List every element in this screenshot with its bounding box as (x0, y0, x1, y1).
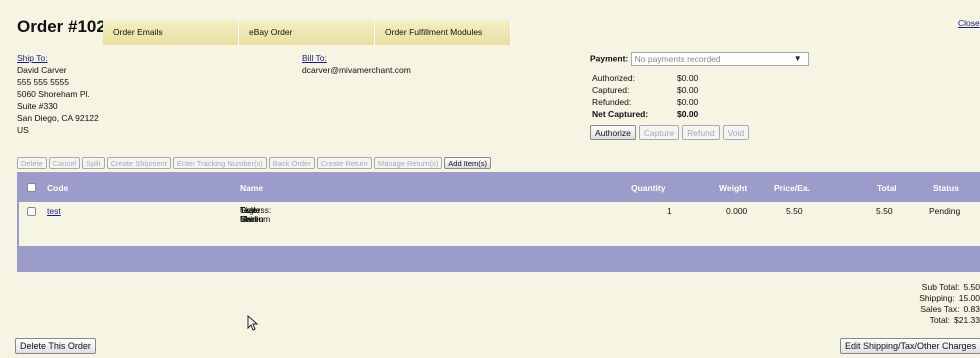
shipping-row: Shipping: 15.00 (900, 293, 980, 304)
shipping-label: Shipping: (919, 293, 955, 303)
back-order-button[interactable]: Back Order (268, 157, 315, 169)
ship-to-city: San Diego, CA 92122 (17, 113, 99, 123)
ship-to-name: David Carver (17, 65, 67, 75)
payment-buttons: Authorize Capture Refund Void (590, 125, 750, 140)
column-header-status[interactable]: Status (933, 183, 959, 193)
ship-to-address2: Suite #330 (17, 101, 58, 111)
item-toolbar: Delete Cancel Split Create Shipment Ente… (17, 157, 492, 169)
amount-row: Refunded: $0.00 (592, 96, 737, 108)
enter-tracking-button[interactable]: Enter Tracking Number(s) (172, 157, 267, 169)
chevron-down-icon: ▼ (793, 54, 802, 63)
item-code-link[interactable]: test (47, 206, 61, 216)
total-row: Total: $21.33 (900, 315, 980, 326)
bill-to-link[interactable]: Bill To: (302, 52, 411, 64)
mouse-pointer-icon (247, 315, 259, 331)
create-return-button[interactable]: Create Return (316, 157, 372, 169)
sales-tax-value: 0.83 (963, 304, 980, 314)
subtotal-row: Sub Total: 5.50 (900, 282, 980, 293)
subtotal-value: 5.50 (963, 282, 980, 292)
amount-label: Captured: (592, 85, 630, 95)
split-button[interactable]: Split (82, 157, 105, 169)
column-header-total[interactable]: Total (877, 183, 897, 193)
item-status: Pending (929, 206, 961, 216)
amount-row: Net Captured: $0.00 (592, 108, 737, 120)
tab-order-emails[interactable]: Order Emails (103, 20, 239, 45)
item-total: 5.50 (876, 206, 893, 216)
capture-button[interactable]: Capture (638, 125, 680, 140)
amount-value: $0.00 (677, 73, 699, 83)
amount-label: Authorized: (592, 73, 635, 83)
amount-row: Captured: $0.00 (592, 84, 737, 96)
ship-to-address1: 5060 Shoreham Pl. (17, 89, 90, 99)
column-header-quantity[interactable]: Quantity (631, 183, 665, 193)
order-totals: Sub Total: 5.50 Shipping: 15.00 Sales Ta… (900, 282, 980, 326)
void-button[interactable]: Void (722, 125, 750, 140)
amount-value: $0.00 (677, 97, 699, 107)
total-value: $21.33 (954, 315, 980, 325)
manage-returns-button[interactable]: Manage Return(s) (373, 157, 443, 169)
ship-to-block: Ship To: David Carver 555 555 5555 5060 … (17, 52, 99, 136)
payment-section: Payment: No payments recorded ▼ (590, 52, 809, 66)
grid-header: Code Name Quantity Weight Price/Ea. Tota… (19, 174, 980, 202)
payment-select[interactable]: No payments recorded ▼ (630, 52, 809, 66)
select-all-checkbox[interactable] (27, 183, 36, 192)
page-title: Order #1027 (17, 17, 116, 36)
item-option: Tagless: Yes (240, 205, 272, 224)
refund-button[interactable]: Refund (682, 125, 720, 140)
delete-order-button[interactable]: Delete This Order (15, 338, 96, 354)
sales-tax-label: Sales Tax: (920, 304, 960, 314)
payment-label: Payment: (590, 53, 629, 64)
amount-row: Authorized: $0.00 (592, 72, 737, 84)
edit-charges-button[interactable]: Edit Shipping/Tax/Other Charges (840, 338, 980, 354)
add-items-button[interactable]: Add Item(s) (444, 157, 492, 169)
subtotal-label: Sub Total: (921, 282, 960, 292)
delete-button[interactable]: Delete (17, 157, 47, 169)
payment-amounts: Authorized: $0.00 Captured: $0.00 Refund… (592, 72, 737, 120)
close-link[interactable]: Close (958, 18, 980, 28)
column-header-code[interactable]: Code (47, 183, 68, 193)
tab-bar: Order Emails eBay Order Order Fulfillmen… (103, 20, 511, 45)
ship-to-link[interactable]: Ship To: (17, 52, 99, 64)
items-grid: Code Name Quantity Weight Price/Ea. Tota… (17, 172, 980, 272)
total-label: Total: (929, 315, 950, 325)
bill-to-email: dcarver@mivamerchant.com (302, 65, 411, 75)
cancel-button[interactable]: Cancel (48, 157, 81, 169)
ship-to-phone: 555 555 5555 (17, 77, 69, 87)
amount-value: $0.00 (677, 85, 699, 95)
tab-order-fulfillment-modules[interactable]: Order Fulfillment Modules (375, 20, 511, 45)
payment-select-value: No payments recorded (634, 54, 721, 64)
table-row[interactable]: test Test Shirt Size: Medium Color: Gree… (19, 202, 980, 246)
amount-label: Net Captured: (592, 109, 649, 119)
ship-to-country: US (17, 125, 29, 135)
bill-to-block: Bill To: dcarver@mivamerchant.com (302, 52, 411, 76)
authorize-button[interactable]: Authorize (590, 125, 636, 140)
sales-tax-row: Sales Tax: 0.83 (900, 304, 980, 315)
amount-label: Refunded: (592, 97, 632, 107)
row-checkbox[interactable] (27, 207, 36, 216)
item-price: 5.50 (786, 206, 803, 216)
shipping-value: 15.00 (958, 293, 980, 303)
tab-ebay-order[interactable]: eBay Order (239, 20, 375, 45)
column-header-price[interactable]: Price/Ea. (774, 183, 810, 193)
amount-value: $0.00 (677, 109, 699, 119)
column-header-name[interactable]: Name (240, 183, 263, 193)
item-weight: 0.000 (726, 206, 748, 216)
create-shipment-button[interactable]: Create Shipment (106, 157, 171, 169)
column-header-weight[interactable]: Weight (719, 183, 747, 193)
item-quantity: 1 (667, 206, 672, 216)
grid-footer (19, 246, 980, 272)
